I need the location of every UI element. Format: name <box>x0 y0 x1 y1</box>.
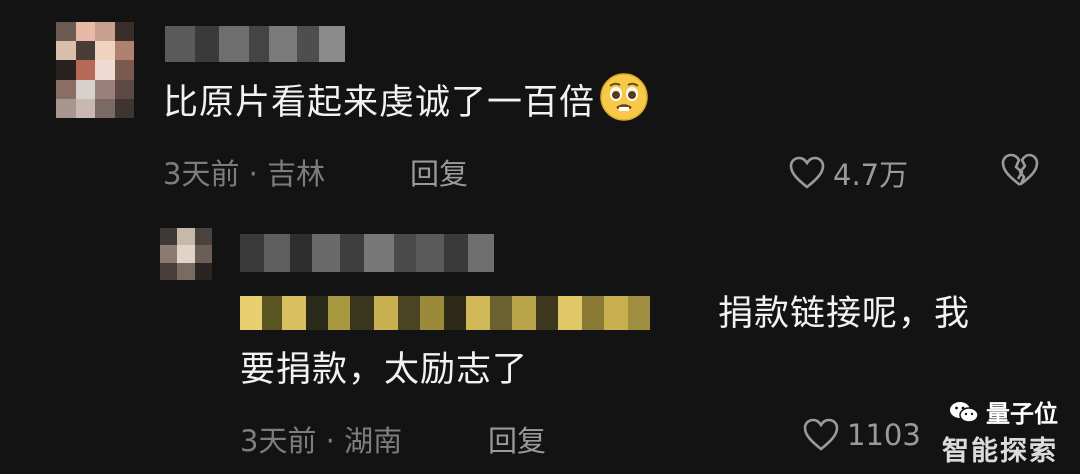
avatar[interactable] <box>56 22 134 118</box>
like-button[interactable]: 1103 <box>803 418 921 452</box>
reply-button[interactable]: 回复 <box>410 151 468 193</box>
pleading-face-emoji <box>599 72 649 122</box>
reply-username[interactable] <box>240 234 494 272</box>
meta-separator: · <box>325 424 335 458</box>
reply-text-line2: 要捐款，太励志了 <box>240 350 529 390</box>
watermark-sub: 智能探索 <box>942 436 1058 467</box>
reply-meta: 3天前 · 湖南 <box>240 418 402 460</box>
reply-text-line1: 捐款链接呢，我 <box>718 294 971 334</box>
watermark-brand: 量子位 <box>948 394 1058 429</box>
reply-button[interactable]: 回复 <box>488 418 546 460</box>
like-count: 4.7万 <box>833 158 909 192</box>
username[interactable] <box>165 26 345 62</box>
meta-separator: · <box>248 157 258 191</box>
reply-location: 湖南 <box>344 424 403 458</box>
reply-time: 3天前 <box>240 424 317 458</box>
comment-text: 比原片看起来虔诚了一百倍 <box>163 72 649 133</box>
comment-text-content: 比原片看起来虔诚了一百倍 <box>163 83 596 123</box>
comment-meta: 3天前 · 吉林 <box>163 151 325 193</box>
heart-outline-icon <box>789 156 825 190</box>
like-button[interactable]: 4.7万 <box>789 152 908 194</box>
comment-time: 3天前 <box>163 157 240 191</box>
heart-outline-icon <box>803 418 839 452</box>
mention-username[interactable] <box>240 296 650 330</box>
watermark: 量子位 智能探索 <box>942 394 1058 468</box>
like-count: 1103 <box>847 418 921 452</box>
comment-location: 吉林 <box>267 157 326 191</box>
watermark-brand-text: 量子位 <box>986 400 1058 428</box>
broken-heart-icon[interactable] <box>1000 152 1040 188</box>
reply-avatar[interactable] <box>160 228 212 280</box>
wechat-icon <box>948 399 980 425</box>
